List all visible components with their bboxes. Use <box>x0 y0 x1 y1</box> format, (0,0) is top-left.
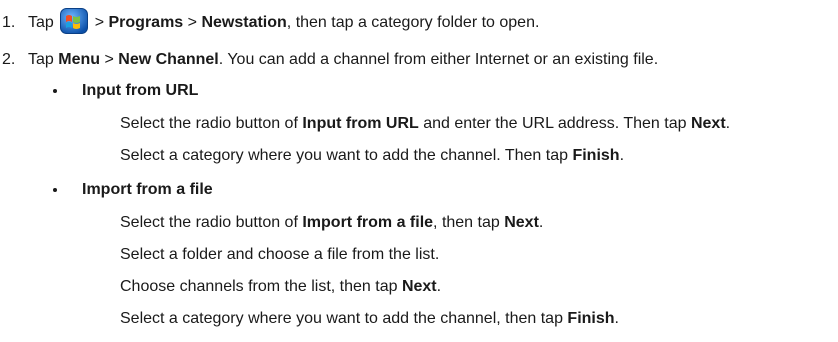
windows-start-icon <box>60 8 89 34</box>
finish-label: Finish <box>567 310 615 327</box>
programs-label: Programs <box>108 14 184 31</box>
line-text: . <box>538 214 544 231</box>
line-text: . <box>436 278 442 295</box>
section-heading-file: Import from a file <box>82 180 213 200</box>
bullet-dot <box>53 89 57 93</box>
step-text: Tap <box>28 14 54 31</box>
next-label: Next <box>504 214 539 231</box>
line-text: Select a category where you want to add … <box>120 147 568 164</box>
line-text: Select a folder and choose a file from t… <box>120 246 440 263</box>
separator: > <box>104 51 114 68</box>
finish-label: Finish <box>572 147 620 164</box>
bullet-dot <box>53 188 57 192</box>
line-text: , then tap <box>433 214 500 231</box>
section-heading: Import from a file <box>82 181 213 198</box>
step-text: Tap <box>28 51 54 68</box>
step-text: . You can add a channel from either Inte… <box>218 51 659 68</box>
line-text: . <box>614 310 619 327</box>
step-number: 1. <box>2 14 16 31</box>
newstation-label: Newstation <box>201 14 287 31</box>
import-from-file-label: Import from a file <box>302 214 434 231</box>
step-text: , then tap a category folder to open. <box>286 14 540 31</box>
file-line-4: Select a category where you want to add … <box>120 309 619 329</box>
step-2: 2. Tap Menu > New Channel. You can add a … <box>2 50 658 70</box>
new-channel-label: New Channel <box>118 51 219 68</box>
menu-label: Menu <box>58 51 101 68</box>
url-line-2: Select a category where you want to add … <box>120 146 624 166</box>
line-text: Select the radio button of <box>120 115 298 132</box>
line-text: Select the radio button of <box>120 214 298 231</box>
line-text: Choose channels from the list, then tap <box>120 278 398 295</box>
line-text: . <box>725 115 731 132</box>
separator: > <box>94 14 105 31</box>
file-line-3: Choose channels from the list, then tap … <box>120 277 441 297</box>
next-label: Next <box>401 278 437 295</box>
section-heading: Input from URL <box>82 82 199 99</box>
file-line-1: Select the radio button of Import from a… <box>120 213 543 233</box>
section-heading-url: Input from URL <box>82 81 198 101</box>
url-line-1: Select the radio button of Input from UR… <box>120 114 730 134</box>
separator: > <box>187 14 197 31</box>
input-from-url-label: Input from URL <box>302 115 419 132</box>
line-text: and enter the URL address. Then tap <box>423 115 687 132</box>
file-line-2: Select a folder and choose a file from t… <box>120 245 439 265</box>
step-number: 2. <box>2 51 16 68</box>
next-label: Next <box>690 115 726 132</box>
line-text: Select a category where you want to add … <box>120 310 563 327</box>
line-text: . <box>619 147 625 164</box>
step-1: 1. Tap > Programs > Newstation, then tap … <box>2 8 539 34</box>
instructions-page: { "steps": [ { "number": "1.", "parts": … <box>0 0 838 342</box>
